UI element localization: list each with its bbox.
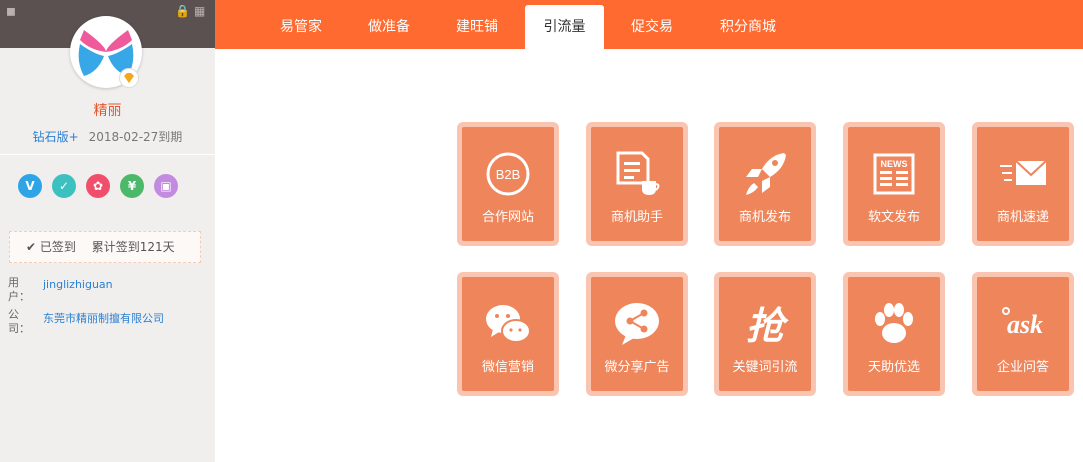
tile-body[interactable]: 商机发布 bbox=[719, 127, 811, 241]
tab-yin-liuliang[interactable]: 引流量 bbox=[525, 5, 604, 49]
user-value[interactable]: jinglizhiguan bbox=[43, 278, 113, 291]
tile-cooperation-sites[interactable]: B2B 合作网站 bbox=[457, 122, 559, 246]
checkin-bar[interactable]: ✔ 已签到 累计签到121天 bbox=[9, 231, 201, 263]
tile-body[interactable]: 商机助手 bbox=[591, 127, 683, 241]
tile-body[interactable]: 抢 关键词引流 bbox=[719, 277, 811, 391]
grid-menu-icon[interactable]: ▦ bbox=[194, 4, 205, 18]
ask-icon: ask bbox=[1002, 307, 1043, 339]
tab-cu-jiaoyi[interactable]: 促交易 bbox=[608, 0, 696, 49]
company-value[interactable]: 东莞市精丽制擅有限公司 bbox=[43, 310, 164, 326]
divider bbox=[0, 154, 215, 155]
tile-label: 天助优选 bbox=[867, 360, 920, 375]
checkin-total: 累计签到121天 bbox=[91, 240, 175, 254]
tile-label: 微分享广告 bbox=[604, 360, 670, 375]
share-bubble-icon bbox=[615, 303, 659, 345]
tile-business-publish[interactable]: 商机发布 bbox=[714, 122, 816, 246]
tile-label: 商机速递 bbox=[996, 210, 1049, 225]
tile-label: 关键词引流 bbox=[732, 360, 798, 375]
tile-body[interactable]: ask 企业问答 bbox=[977, 277, 1069, 391]
tile-body[interactable]: 微分享广告 bbox=[591, 277, 683, 391]
svg-text:ask: ask bbox=[1007, 310, 1043, 339]
tile-label: 商机发布 bbox=[738, 210, 791, 225]
tile-label: 企业问答 bbox=[996, 360, 1049, 375]
membership-info: 钻石版+ 2018-02-27到期 bbox=[0, 128, 215, 145]
award-ribbon-icon[interactable]: ✿ bbox=[86, 174, 110, 198]
tile-share-ads[interactable]: 微分享广告 bbox=[586, 272, 688, 396]
tile-label: 商机助手 bbox=[610, 210, 663, 225]
b2b-icon: B2B bbox=[486, 152, 530, 196]
wechat-icon bbox=[486, 305, 531, 343]
company-info-row: 公司： 东莞市精丽制擅有限公司 bbox=[8, 308, 164, 336]
tile-body[interactable]: 商机速递 bbox=[977, 127, 1069, 241]
company-label: 公司： bbox=[8, 308, 30, 335]
check-circle-icon: ✔ bbox=[26, 240, 37, 254]
username[interactable]: 精丽 bbox=[0, 100, 215, 120]
paw-icon bbox=[875, 303, 913, 343]
shield-check-icon[interactable]: ✓ bbox=[52, 174, 76, 198]
vip-version-link[interactable]: 钻石版+ bbox=[33, 130, 79, 144]
user-info-row: 用户： jinglizhiguan bbox=[8, 276, 113, 304]
expiry-date: 2018-02-27到期 bbox=[88, 130, 183, 144]
top-nav-bar: 易管家 做准备 建旺铺 引流量 促交易 积分商城 bbox=[215, 0, 1083, 49]
tile-business-assistant[interactable]: 商机助手 bbox=[586, 122, 688, 246]
fast-mail-icon bbox=[1000, 160, 1047, 185]
user-label: 用户： bbox=[8, 276, 30, 303]
keyword-grab-icon: 抢 bbox=[746, 304, 789, 348]
tile-body[interactable]: NEWS 软文发布 bbox=[848, 127, 940, 241]
tile-label: 微信营销 bbox=[481, 360, 534, 375]
svg-text:抢: 抢 bbox=[746, 304, 789, 348]
newspaper-icon: NEWS bbox=[873, 153, 915, 195]
tile-enterprise-qa[interactable]: ask 企业问答 bbox=[972, 272, 1074, 396]
document-cup-icon bbox=[616, 151, 660, 195]
sidebar: ◼ 🔒 ▦ 精丽 钻石版+ 2018-02-27到期 V ✓ ✿ ¥ ▣ ✔ 已… bbox=[0, 0, 215, 462]
tile-body[interactable]: B2B 合作网站 bbox=[462, 127, 554, 241]
diamond-icon bbox=[124, 73, 134, 83]
checkin-status: 已签到 bbox=[39, 240, 76, 254]
rocket-icon bbox=[746, 153, 786, 195]
diamond-badge bbox=[119, 68, 139, 88]
verified-v-icon[interactable]: V bbox=[18, 174, 42, 198]
tab-jian-wangpu[interactable]: 建旺铺 bbox=[433, 0, 521, 49]
tile-body[interactable]: 天助优选 bbox=[848, 277, 940, 391]
tab-jifen-shangcheng[interactable]: 积分商城 bbox=[696, 0, 800, 49]
tab-yi-guanjia[interactable]: 易管家 bbox=[257, 0, 345, 49]
tile-body[interactable]: 微信营销 bbox=[462, 277, 554, 391]
tab-zuo-zhunbei[interactable]: 做准备 bbox=[345, 0, 433, 49]
image-icon[interactable]: ▣ bbox=[154, 174, 178, 198]
tile-business-express[interactable]: 商机速递 bbox=[972, 122, 1074, 246]
lock-icon[interactable]: 🔒 bbox=[175, 4, 190, 18]
tile-wechat-marketing[interactable]: 微信营销 bbox=[457, 272, 559, 396]
svg-text:B2B: B2B bbox=[496, 167, 521, 182]
svg-text:NEWS: NEWS bbox=[881, 159, 908, 169]
tile-label: 软文发布 bbox=[867, 210, 920, 225]
tile-label: 合作网站 bbox=[481, 210, 534, 225]
yuan-coin-icon[interactable]: ¥ bbox=[120, 174, 144, 198]
tile-article-publish[interactable]: NEWS 软文发布 bbox=[843, 122, 945, 246]
logo-mark-icon: ◼ bbox=[6, 4, 16, 18]
tile-tianzhu-select[interactable]: 天助优选 bbox=[843, 272, 945, 396]
tile-keyword-traffic[interactable]: 抢 关键词引流 bbox=[714, 272, 816, 396]
